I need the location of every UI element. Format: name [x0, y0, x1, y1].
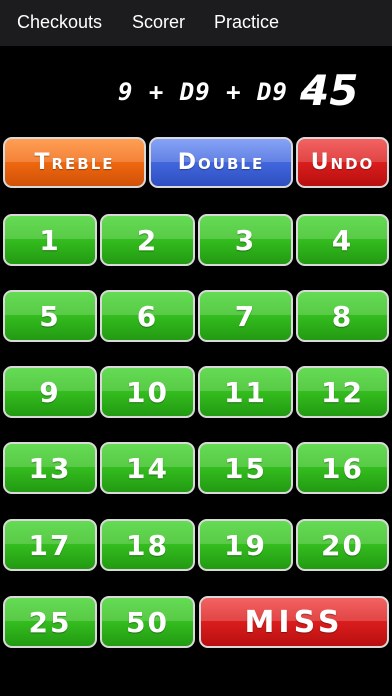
bull-25-label: 25: [28, 605, 72, 639]
nav-scorer[interactable]: Scorer: [132, 12, 185, 33]
treble-label: Treble: [34, 150, 115, 175]
number-button-2[interactable]: 2: [100, 214, 195, 266]
number-button-19[interactable]: 19: [198, 519, 293, 571]
number-button-20[interactable]: 20: [296, 519, 389, 571]
number-button-9[interactable]: 9: [3, 366, 97, 418]
number-label: 12: [321, 375, 364, 409]
number-button-17[interactable]: 17: [3, 519, 97, 571]
number-button-18[interactable]: 18: [100, 519, 195, 571]
number-label: 18: [126, 528, 169, 562]
number-button-16[interactable]: 16: [296, 442, 389, 494]
number-button-7[interactable]: 7: [198, 290, 293, 342]
score-display: 9 + D9 + D9 = 45: [0, 60, 392, 130]
double-button[interactable]: Double: [149, 137, 293, 188]
number-label: 11: [224, 375, 267, 409]
number-label: 14: [126, 451, 169, 485]
number-button-8[interactable]: 8: [296, 290, 389, 342]
number-label: 9: [39, 375, 61, 409]
bull-50-label: 50: [126, 605, 169, 639]
double-label: Double: [177, 150, 265, 175]
number-button-15[interactable]: 15: [198, 442, 293, 494]
number-label: 4: [331, 223, 354, 257]
number-button-3[interactable]: 3: [198, 214, 293, 266]
number-label: 1: [39, 223, 61, 257]
number-button-10[interactable]: 10: [100, 366, 195, 418]
number-button-14[interactable]: 14: [100, 442, 195, 494]
number-label: 17: [28, 528, 72, 562]
undo-label: Undo: [310, 150, 375, 175]
number-button-13[interactable]: 13: [3, 442, 97, 494]
undo-button[interactable]: Undo: [296, 137, 389, 188]
number-label: 10: [126, 375, 169, 409]
dart-equation: 9 + D9 + D9 =: [118, 78, 319, 106]
miss-button[interactable]: MISS: [199, 596, 389, 648]
number-label: 5: [39, 299, 61, 333]
nav-checkouts[interactable]: Checkouts: [17, 12, 102, 33]
number-button-11[interactable]: 11: [198, 366, 293, 418]
bull-50-button[interactable]: 50: [100, 596, 195, 648]
number-button-6[interactable]: 6: [100, 290, 195, 342]
number-label: 16: [321, 451, 364, 485]
miss-label: MISS: [244, 604, 344, 640]
number-label: 6: [136, 299, 159, 333]
number-label: 13: [28, 451, 72, 485]
bull-25-button[interactable]: 25: [3, 596, 97, 648]
number-button-1[interactable]: 1: [3, 214, 97, 266]
score-total: 45: [300, 66, 359, 115]
number-label: 3: [234, 223, 257, 257]
top-nav-bar: Checkouts Scorer Practice: [0, 0, 392, 46]
number-button-4[interactable]: 4: [296, 214, 389, 266]
nav-practice[interactable]: Practice: [214, 12, 279, 33]
number-label: 19: [224, 528, 267, 562]
number-label: 7: [234, 299, 257, 333]
number-button-5[interactable]: 5: [3, 290, 97, 342]
number-label: 20: [321, 528, 364, 562]
treble-button[interactable]: Treble: [3, 137, 146, 188]
number-label: 8: [331, 299, 354, 333]
number-button-12[interactable]: 12: [296, 366, 389, 418]
number-label: 15: [224, 451, 267, 485]
number-label: 2: [136, 223, 159, 257]
